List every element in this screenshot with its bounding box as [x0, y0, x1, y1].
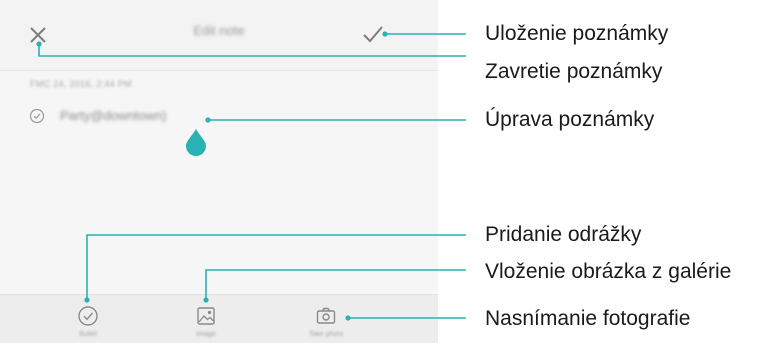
- callout-insert-gallery-image: Vloženie obrázka z galérie: [485, 260, 732, 283]
- callout-edit-note: Úprava poznámky: [485, 108, 655, 131]
- callout-save-note: Uloženie poznámky: [485, 22, 669, 45]
- callout-leader-lines: [36, 31, 466, 321]
- callout-close-note: Zavretie poznámky: [485, 60, 663, 83]
- callout-take-photo: Nasnímanie fotografie: [485, 307, 691, 330]
- callout-add-bullet: Pridanie odrážky: [485, 223, 642, 246]
